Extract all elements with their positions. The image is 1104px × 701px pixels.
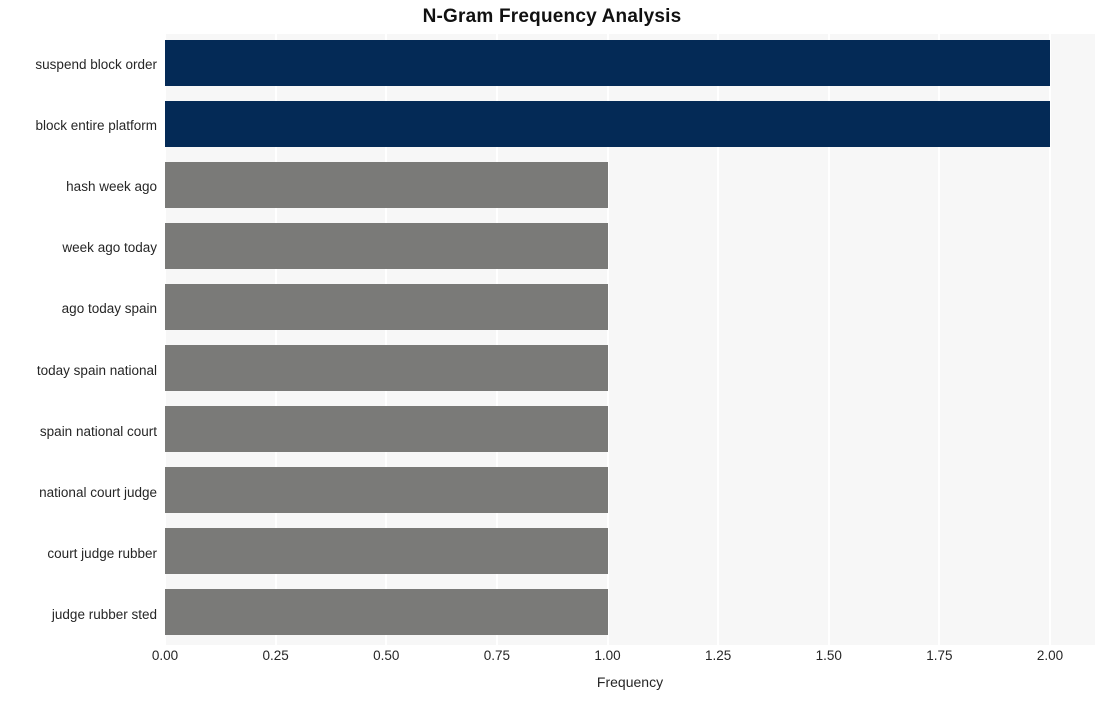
x-tick-label: 1.25 [704, 648, 732, 663]
bar-row [165, 401, 1095, 462]
bar-row [165, 462, 1095, 523]
page-title: N-Gram Frequency Analysis [422, 6, 682, 27]
plot-area [165, 34, 1095, 645]
y-tick-label: spain national court [39, 423, 157, 439]
bar-row [165, 156, 1095, 217]
y-tick-label: national court judge [39, 484, 157, 500]
x-axis: 0.00 0.25 0.50 0.75 1.00 1.25 1.50 1.75 2.00 [152, 648, 1095, 670]
bar-row [165, 340, 1095, 401]
x-tick-label: 0.25 [262, 648, 289, 663]
y-tick-label: week ago today [62, 240, 157, 256]
bar-row [165, 584, 1095, 645]
chart-figure: N-Gram Frequency Analysis suspend block … [0, 0, 1104, 701]
x-tick-label: 1.00 [594, 648, 621, 663]
bar[interactable] [165, 100, 1050, 147]
x-tick-label: 1.75 [926, 648, 953, 663]
bar-row [165, 523, 1095, 584]
y-tick-label: block entire platform [35, 118, 157, 134]
bar[interactable] [165, 39, 1050, 86]
bar[interactable] [165, 406, 608, 453]
bar[interactable] [165, 283, 608, 330]
x-tick-label: 2.00 [1036, 648, 1064, 663]
y-tick-label: today spain national [36, 362, 157, 378]
bar[interactable] [165, 222, 608, 269]
y-tick-label: hash week ago [66, 179, 157, 195]
bar[interactable] [165, 345, 608, 392]
y-tick-label: suspend block order [35, 57, 157, 72]
x-axis-title: Frequency [596, 674, 664, 690]
y-axis: suspend block order block entire platform… [0, 34, 157, 645]
bar[interactable] [165, 467, 608, 514]
bar[interactable] [165, 589, 608, 636]
bar[interactable] [165, 528, 608, 575]
x-tick-label: 0.00 [151, 648, 179, 663]
bar-row [165, 95, 1095, 156]
x-tick-label: 1.50 [815, 648, 842, 663]
y-tick-label: judge rubber sted [51, 606, 157, 622]
bar[interactable] [165, 161, 608, 208]
x-tick-label: 0.50 [373, 648, 400, 663]
y-tick-label: ago today spain [61, 301, 157, 317]
bar-row [165, 217, 1095, 278]
y-tick-label: court judge rubber [47, 545, 157, 561]
bar-row [165, 278, 1095, 339]
x-tick-label: 0.75 [483, 648, 511, 663]
bar-row [165, 34, 1095, 95]
